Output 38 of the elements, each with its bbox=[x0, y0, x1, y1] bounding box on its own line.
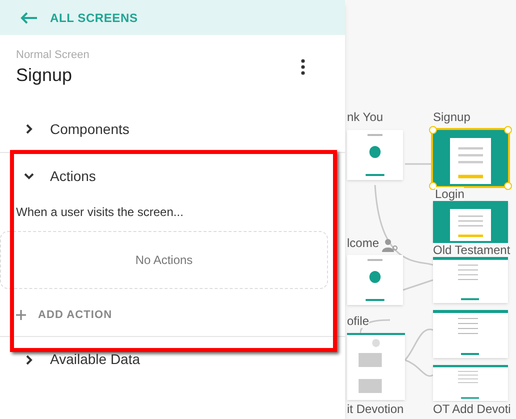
form-preview-drawing bbox=[450, 209, 492, 241]
screen-label: Login bbox=[435, 187, 464, 201]
screen-name: Signup bbox=[16, 64, 74, 86]
screen-thumbnail[interactable] bbox=[433, 201, 508, 243]
plus-icon bbox=[16, 310, 26, 320]
screen-label: nk You bbox=[347, 110, 384, 124]
screen-label: it Devotion bbox=[347, 402, 404, 416]
screen-thumbnail[interactable] bbox=[347, 255, 403, 305]
resize-handle[interactable] bbox=[504, 182, 512, 190]
screen-thumbnail[interactable] bbox=[433, 310, 508, 358]
chevron-right-icon bbox=[24, 354, 34, 364]
section-header[interactable]: Actions bbox=[0, 153, 345, 199]
screen-label: OT Add Devoti bbox=[433, 402, 511, 416]
screen-label: lcome bbox=[347, 236, 380, 250]
back-arrow-icon bbox=[20, 12, 38, 24]
screen-thumbnail[interactable] bbox=[347, 130, 403, 180]
screen-label: ofile bbox=[347, 314, 370, 328]
trigger-description: When a user visits the screen... bbox=[15, 204, 184, 221]
person-key-icon bbox=[382, 238, 398, 252]
chevron-right-icon bbox=[24, 124, 34, 134]
form-preview-drawing bbox=[450, 138, 492, 184]
screen-label: Old Testament bbox=[433, 243, 510, 257]
resize-handle[interactable] bbox=[429, 126, 437, 134]
connector-line bbox=[402, 279, 434, 291]
add-action-button[interactable]: ADD ACTION bbox=[16, 307, 112, 324]
screen-thumbnail[interactable] bbox=[347, 333, 405, 400]
screen-label: Signup bbox=[433, 110, 470, 124]
screen-type: Normal Screen bbox=[16, 48, 90, 63]
screen-thumbnail[interactable] bbox=[433, 257, 508, 303]
section-header[interactable]: Available Data bbox=[0, 336, 345, 382]
chevron-down-icon bbox=[24, 171, 34, 181]
more-options-icon[interactable] bbox=[301, 59, 305, 75]
resize-handle[interactable] bbox=[429, 182, 437, 190]
empty-message: No Actions bbox=[135, 252, 193, 269]
connector-line bbox=[405, 163, 433, 165]
resize-handle[interactable] bbox=[504, 126, 512, 134]
screen-thumbnail[interactable] bbox=[433, 365, 508, 401]
section-header[interactable]: Components bbox=[0, 106, 345, 152]
